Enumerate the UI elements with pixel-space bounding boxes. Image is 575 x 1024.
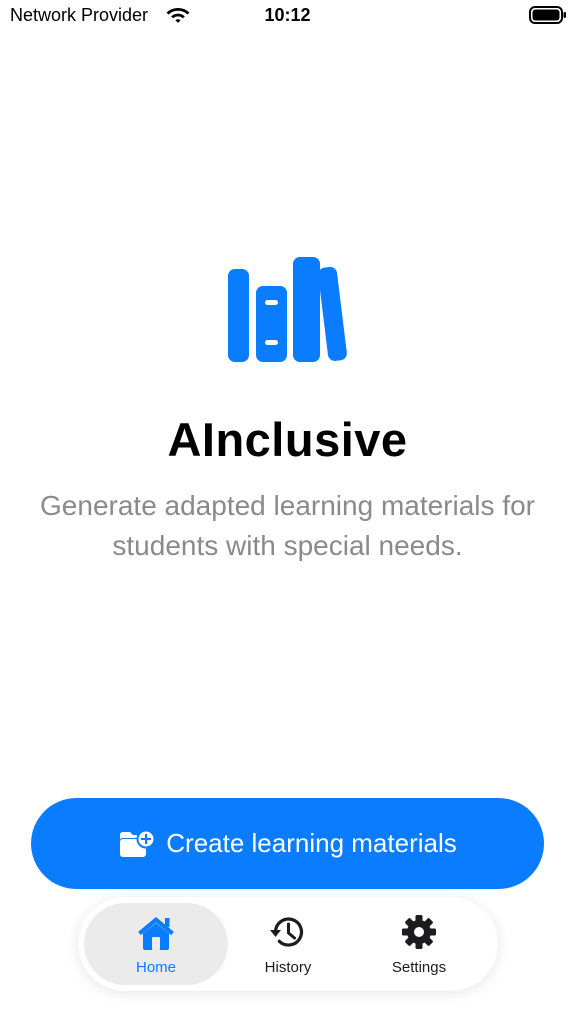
app-title: AInclusive: [167, 413, 408, 466]
create-learning-materials-button[interactable]: Create learning materials: [31, 798, 544, 889]
tab-history[interactable]: History: [224, 903, 352, 985]
folder-badge-plus-icon: [120, 829, 155, 857]
status-bar: Network Provider 10:12: [0, 0, 575, 32]
clock-arrow-circlepath-icon: [270, 917, 304, 947]
battery-full-icon: [529, 6, 566, 24]
tab-history-label: History: [264, 959, 312, 976]
house-icon: [138, 917, 174, 950]
clock-label: 10:12: [264, 5, 311, 25]
tab-bar: Home History Settings: [78, 897, 498, 991]
gear-icon: [402, 915, 436, 949]
cta-label: Create learning materials: [166, 828, 457, 858]
app-subtitle: Generate adapted learning materials for …: [40, 490, 535, 561]
tab-settings[interactable]: Settings: [352, 903, 486, 985]
tab-settings-label: Settings: [391, 959, 447, 976]
books-on-shelf-icon: [228, 257, 347, 362]
tab-home-label: Home: [135, 959, 176, 976]
tab-home[interactable]: Home: [84, 903, 228, 985]
